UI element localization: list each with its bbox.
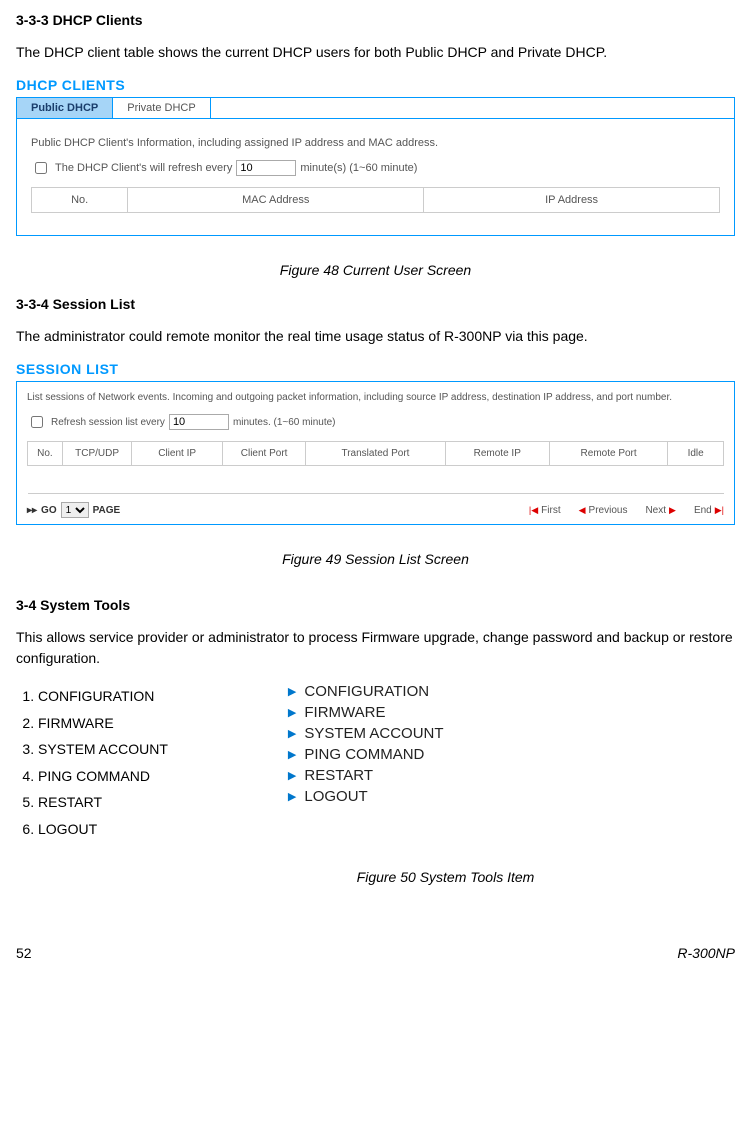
session-col-remote-ip: Remote IP bbox=[445, 442, 549, 466]
dhcp-col-ip: IP Address bbox=[424, 188, 720, 213]
dhcp-col-no: No. bbox=[32, 188, 128, 213]
next-icon: ▶ bbox=[669, 505, 676, 516]
session-col-client-ip: Client IP bbox=[132, 442, 222, 466]
menu-item-ping-command[interactable]: ▶PING COMMAND bbox=[288, 746, 444, 763]
session-table: No. TCP/UDP Client IP Client Port Transl… bbox=[27, 441, 724, 494]
dhcp-col-mac: MAC Address bbox=[128, 188, 424, 213]
body-3-3-4: The administrator could remote monitor t… bbox=[16, 326, 735, 347]
session-col-client-port: Client Port bbox=[222, 442, 306, 466]
page-suffix: PAGE bbox=[93, 505, 121, 516]
body-3-3-3: The DHCP client table shows the current … bbox=[16, 42, 735, 63]
dhcp-tabs: Public DHCP Private DHCP bbox=[16, 97, 735, 118]
caption-fig48: Figure 48 Current User Screen bbox=[16, 262, 735, 278]
session-col-proto: TCP/UDP bbox=[62, 442, 132, 466]
caption-fig49: Figure 49 Session List Screen bbox=[16, 551, 735, 567]
session-refresh-checkbox[interactable] bbox=[31, 416, 43, 428]
go-label[interactable]: GO bbox=[41, 505, 57, 516]
session-info-text: List sessions of Network events. Incomin… bbox=[27, 392, 724, 403]
session-refresh-input[interactable] bbox=[169, 414, 229, 430]
dhcp-panel-title: DHCP CLIENTS bbox=[16, 77, 735, 93]
menu-item-system-account[interactable]: ▶SYSTEM ACCOUNT bbox=[288, 725, 444, 742]
session-col-no: No. bbox=[28, 442, 63, 466]
page-number: 52 bbox=[16, 945, 32, 961]
dhcp-refresh-checkbox[interactable] bbox=[35, 162, 47, 174]
heading-3-4: 3-4 System Tools bbox=[16, 597, 735, 613]
list-item: FIRMWARE bbox=[38, 710, 168, 737]
dhcp-info-text: Public DHCP Client's Information, includ… bbox=[31, 137, 720, 149]
tab-public-dhcp[interactable]: Public DHCP bbox=[17, 98, 113, 118]
heading-3-3-3: 3-3-3 DHCP Clients bbox=[16, 12, 735, 28]
nav-next[interactable]: Next▶ bbox=[645, 505, 675, 516]
chevron-icon: ▶ bbox=[288, 727, 296, 740]
dhcp-refresh-input[interactable] bbox=[236, 160, 296, 176]
body-3-4: This allows service provider or administ… bbox=[16, 627, 735, 669]
go-icon: ▸▸ bbox=[27, 505, 37, 516]
menu-item-logout[interactable]: ▶LOGOUT bbox=[288, 788, 444, 805]
system-tools-ordered-list: CONFIGURATION FIRMWARE SYSTEM ACCOUNT PI… bbox=[16, 683, 168, 843]
chevron-icon: ▶ bbox=[288, 748, 296, 761]
session-col-trans-port: Translated Port bbox=[306, 442, 445, 466]
menu-item-firmware[interactable]: ▶FIRMWARE bbox=[288, 704, 444, 721]
menu-item-configuration[interactable]: ▶CONFIGURATION bbox=[288, 683, 444, 700]
chevron-icon: ▶ bbox=[288, 790, 296, 803]
first-icon: |◀ bbox=[529, 505, 538, 516]
page-select[interactable]: 1 bbox=[61, 502, 89, 518]
list-item: CONFIGURATION bbox=[38, 683, 168, 710]
chevron-icon: ▶ bbox=[288, 706, 296, 719]
chevron-icon: ▶ bbox=[288, 769, 296, 782]
dhcp-refresh-suffix: minute(s) (1~60 minute) bbox=[300, 162, 417, 174]
dhcp-refresh-prefix: The DHCP Client's will refresh every bbox=[55, 162, 232, 174]
end-icon: ▶| bbox=[715, 505, 724, 516]
dhcp-clients-panel: DHCP CLIENTS Public DHCP Private DHCP Pu… bbox=[16, 77, 735, 236]
dhcp-table: No. MAC Address IP Address bbox=[31, 187, 720, 213]
list-item: LOGOUT bbox=[38, 816, 168, 843]
session-col-idle: Idle bbox=[668, 442, 724, 466]
prev-icon: ◀ bbox=[579, 505, 586, 516]
tab-private-dhcp[interactable]: Private DHCP bbox=[113, 98, 210, 118]
table-row bbox=[28, 466, 724, 494]
chevron-icon: ▶ bbox=[288, 685, 296, 698]
system-tools-menu-image: ▶CONFIGURATION ▶FIRMWARE ▶SYSTEM ACCOUNT… bbox=[288, 683, 444, 843]
session-col-remote-port: Remote Port bbox=[549, 442, 667, 466]
session-refresh-prefix: Refresh session list every bbox=[51, 417, 165, 428]
list-item: PING COMMAND bbox=[38, 763, 168, 790]
heading-3-3-4: 3-3-4 Session List bbox=[16, 296, 735, 312]
nav-end[interactable]: End▶| bbox=[694, 505, 724, 516]
menu-item-restart[interactable]: ▶RESTART bbox=[288, 767, 444, 784]
list-item: SYSTEM ACCOUNT bbox=[38, 736, 168, 763]
session-panel-title: SESSION LIST bbox=[16, 361, 735, 377]
list-item: RESTART bbox=[38, 789, 168, 816]
nav-first[interactable]: |◀First bbox=[529, 505, 561, 516]
session-refresh-suffix: minutes. (1~60 minute) bbox=[233, 417, 336, 428]
nav-previous[interactable]: ◀Previous bbox=[579, 505, 628, 516]
model-name: R-300NP bbox=[677, 945, 735, 961]
caption-fig50: Figure 50 System Tools Item bbox=[156, 869, 735, 885]
session-list-panel: SESSION LIST List sessions of Network ev… bbox=[16, 361, 735, 525]
